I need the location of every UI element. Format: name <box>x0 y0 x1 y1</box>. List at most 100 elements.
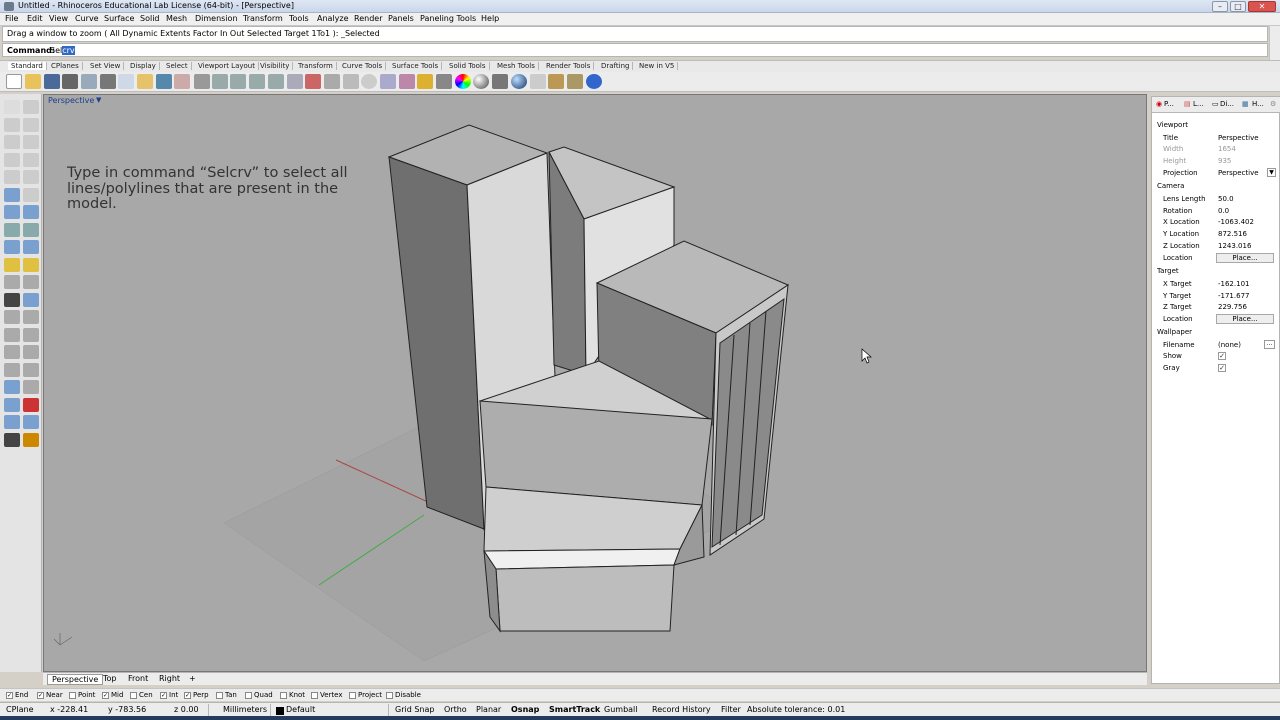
menu-edit[interactable]: Edit <box>27 14 43 23</box>
perspective-viewport[interactable]: Perspective ▼ let s=''; for(let r=0;r<14… <box>43 94 1147 672</box>
menu-paneling-tools[interactable]: Paneling Tools <box>420 14 476 23</box>
menu-panels[interactable]: Panels <box>388 14 414 23</box>
planar-toggle[interactable]: Planar <box>476 705 501 714</box>
mesh-icon[interactable] <box>4 292 20 307</box>
layer-indicator[interactable]: Default <box>286 705 315 714</box>
layer-icon[interactable] <box>436 74 452 89</box>
print-icon[interactable] <box>62 74 78 89</box>
tab-perspective[interactable]: Perspective <box>47 674 104 685</box>
select-icon[interactable] <box>380 74 396 89</box>
tab-surface-tools[interactable]: Surface Tools <box>389 62 443 70</box>
osnap-quad[interactable]: Quad <box>245 691 273 699</box>
osnap-mid[interactable]: ✓ Mid <box>102 691 123 699</box>
tab-set-view[interactable]: Set View <box>87 62 125 70</box>
copy-icon[interactable] <box>118 74 134 89</box>
osnap-mid-checkbox[interactable]: ✓ <box>102 691 109 699</box>
boolean-diff-icon[interactable] <box>23 257 39 272</box>
select-arrow-icon[interactable] <box>4 100 20 114</box>
solid-sphere-icon[interactable] <box>23 240 39 254</box>
explode-icon[interactable] <box>23 310 39 324</box>
light-icon[interactable] <box>548 74 564 89</box>
osnap-toggle[interactable]: Osnap <box>511 705 539 714</box>
chamfer-icon[interactable] <box>23 275 39 289</box>
help-icon[interactable] <box>586 74 602 89</box>
osnap-knot[interactable]: Knot <box>280 691 305 699</box>
osnap-cen[interactable]: Cen <box>130 691 153 699</box>
solid-box-icon[interactable] <box>4 240 20 254</box>
cplane-icon[interactable] <box>324 74 340 89</box>
import-icon[interactable] <box>81 74 97 89</box>
osnap-point[interactable]: Point <box>69 691 95 699</box>
osnap-perp-checkbox[interactable]: ✓ <box>184 691 191 699</box>
layer-color-swatch[interactable] <box>276 707 284 715</box>
join-icon[interactable] <box>4 310 20 324</box>
filter-toggle[interactable]: Filter <box>721 705 741 714</box>
y-target-value[interactable]: -171.677 <box>1218 292 1249 300</box>
osnap-disable-checkbox[interactable] <box>386 691 393 699</box>
rotate-object-icon[interactable] <box>4 380 20 394</box>
menu-mesh[interactable]: Mesh <box>166 14 187 23</box>
wireframe-sphere-icon[interactable] <box>492 74 508 89</box>
light-bulb-icon[interactable] <box>399 74 415 89</box>
lock-icon[interactable] <box>417 74 433 89</box>
circle-icon[interactable] <box>4 135 20 149</box>
boolean-union-icon[interactable] <box>4 257 20 272</box>
grid-icon[interactable] <box>343 74 359 89</box>
polygon-icon[interactable] <box>23 152 39 167</box>
osnap-near[interactable]: ✓ Near <box>37 691 63 699</box>
undo-icon[interactable] <box>156 74 172 89</box>
command-input[interactable]: Selcrv <box>50 46 75 55</box>
menu-transform[interactable]: Transform <box>243 14 283 23</box>
surface-plane-icon[interactable] <box>4 205 20 219</box>
target-place-button[interactable]: Place... <box>1216 314 1274 324</box>
properties-tab-icon[interactable]: ◉ <box>1156 100 1162 108</box>
grid-snap-toggle[interactable]: Grid Snap <box>395 705 434 714</box>
fillet-icon[interactable] <box>4 275 20 289</box>
tab-viewport-layout[interactable]: Viewport Layout <box>195 62 259 70</box>
units-indicator[interactable]: Millimeters <box>223 705 267 714</box>
panel-options-icon[interactable]: ⚙ <box>1270 100 1276 108</box>
menu-surface[interactable]: Surface <box>104 14 134 23</box>
mirror-icon[interactable] <box>23 397 39 412</box>
y-location-value[interactable]: 872.516 <box>1218 230 1247 238</box>
dimension-icon[interactable] <box>23 432 39 447</box>
check-icon[interactable] <box>23 415 39 429</box>
extrude-surface-icon[interactable] <box>23 205 39 219</box>
record-history-toggle[interactable]: Record History <box>652 705 711 714</box>
array-icon[interactable] <box>4 397 20 412</box>
tab-top[interactable]: Top <box>99 674 121 685</box>
rotation-value[interactable]: 0.0 <box>1218 207 1229 215</box>
osnap-tan-checkbox[interactable] <box>216 691 223 699</box>
tab-standard[interactable]: Standard <box>8 62 47 70</box>
show-checkbox[interactable]: ✓ <box>1218 352 1226 360</box>
gray-checkbox[interactable]: ✓ <box>1218 364 1226 372</box>
minimize-button[interactable]: – <box>1212 1 1228 12</box>
tab-help[interactable]: H... <box>1252 100 1264 108</box>
osnap-perp[interactable]: ✓ Perp <box>184 691 209 699</box>
trim-icon[interactable] <box>4 327 20 342</box>
gumball-toggle[interactable]: Gumball <box>604 705 638 714</box>
tab-right[interactable]: Right <box>155 674 184 685</box>
analyze-icon[interactable] <box>4 415 20 429</box>
smarttrack-toggle[interactable]: SmartTrack <box>549 705 600 714</box>
osnap-project[interactable]: Project <box>349 691 382 699</box>
freeform-curve-icon[interactable] <box>23 170 39 184</box>
camera-place-button[interactable]: Place... <box>1216 253 1274 263</box>
tab-properties[interactable]: P... <box>1164 100 1174 108</box>
browse-file-button[interactable]: ... <box>1264 340 1275 349</box>
split-icon[interactable] <box>23 327 39 342</box>
z-target-value[interactable]: 229.756 <box>1218 303 1247 311</box>
tab-render-tools[interactable]: Render Tools <box>543 62 595 70</box>
tab-select[interactable]: Select <box>163 62 192 70</box>
tab-new-in-v5[interactable]: New in V5 <box>636 62 679 70</box>
maximize-button[interactable]: □ <box>1230 1 1246 12</box>
osnap-point-checkbox[interactable] <box>69 691 76 699</box>
color-wheel-icon[interactable] <box>455 74 471 89</box>
osnap-end[interactable]: ✓ End <box>6 691 28 699</box>
zoom-extents-icon[interactable] <box>249 74 265 89</box>
offset-curve-icon[interactable] <box>23 187 39 202</box>
menu-render[interactable]: Render <box>354 14 382 23</box>
ellipse-icon[interactable] <box>4 170 20 184</box>
loft-icon[interactable] <box>4 222 20 237</box>
mesh-edit-icon[interactable] <box>23 292 39 307</box>
